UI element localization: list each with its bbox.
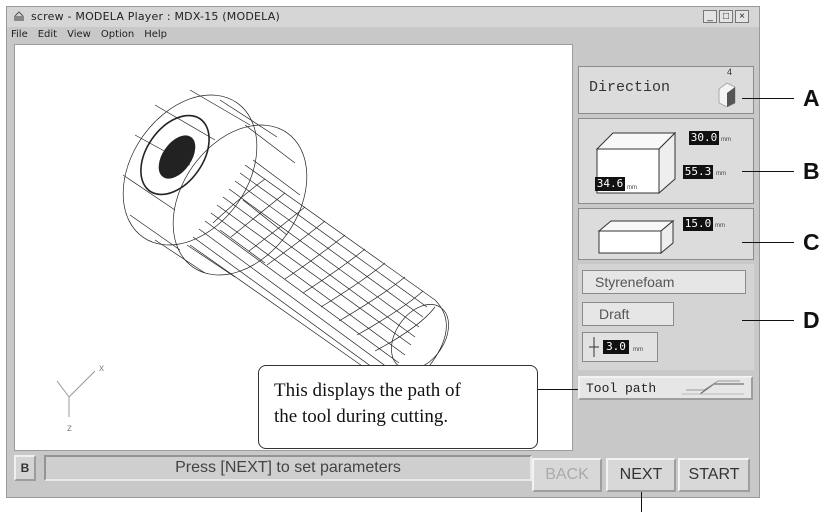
tool-diameter-value: 3.0 [603, 340, 629, 354]
next-leader-line [641, 492, 642, 512]
menu-view[interactable]: View [67, 27, 91, 43]
status-message: Press [NEXT] to set parameters [44, 455, 532, 481]
callout-line-1: This displays the path of [274, 380, 461, 401]
material-panel: Styrenefoam Draft 3.0 mm [578, 264, 754, 370]
tool-path-callout: This displays the path of the tool durin… [258, 365, 538, 449]
depth-value: 34.6 [595, 177, 625, 191]
direction-label: Direction [589, 79, 671, 96]
direction-cube-icon [718, 82, 736, 107]
material-select[interactable]: Styrenefoam [582, 270, 746, 294]
height-value: 30.0 [689, 131, 719, 145]
axis-z-label: z [67, 423, 72, 434]
dimensions-panel[interactable]: 30.0 mm 55.3 mm 34.6 mm [578, 118, 754, 204]
direction-panel[interactable]: Direction 4 [578, 66, 754, 114]
axis-x-label: x [99, 363, 104, 374]
callout-leader-line [538, 389, 578, 390]
tool-diameter-box[interactable]: 3.0 mm [582, 332, 658, 362]
width-unit: mm [716, 171, 726, 177]
menu-file[interactable]: File [11, 27, 28, 43]
axis-gizmo [56, 370, 96, 417]
height-unit: mm [721, 137, 731, 143]
direction-axis-number: 4 [727, 67, 733, 77]
menu-bar: File Edit View Option Help [7, 27, 763, 43]
menu-help[interactable]: Help [144, 27, 167, 43]
width-value: 55.3 [683, 165, 713, 179]
back-button[interactable]: BACK [532, 458, 602, 492]
thickness-value: 15.0 [683, 217, 713, 231]
next-button[interactable]: NEXT [606, 458, 676, 492]
app-icon [14, 11, 24, 21]
menu-edit[interactable]: Edit [38, 27, 57, 43]
thickness-panel[interactable]: 15.0 mm [578, 208, 754, 260]
depth-unit: mm [627, 185, 637, 191]
leader-a [742, 98, 794, 99]
leader-b [742, 171, 794, 172]
tool-diameter-unit: mm [633, 347, 643, 353]
menu-option[interactable]: Option [101, 27, 134, 43]
quality-select[interactable]: Draft [582, 302, 674, 326]
tool-path-button[interactable]: Tool path [578, 376, 753, 400]
window-title: screw - MODELA Player : MDX-15 (MODELA) [31, 10, 280, 23]
label-d: D [803, 307, 820, 333]
tool-path-label: Tool path [586, 381, 657, 396]
leader-c [742, 242, 794, 243]
tool-bit-icon [589, 337, 599, 357]
thickness-box-icon [597, 219, 675, 255]
start-button[interactable]: START [678, 458, 750, 492]
callout-line-2: the tool during cutting. [274, 406, 449, 427]
title-bar[interactable]: screw - MODELA Player : MDX-15 (MODELA) … [7, 7, 759, 27]
label-c: C [803, 229, 820, 255]
status-icon-button[interactable]: B [14, 455, 36, 481]
label-b: B [803, 158, 820, 184]
close-button[interactable]: × [735, 10, 749, 23]
minimize-button[interactable]: _ [703, 10, 717, 23]
thickness-unit: mm [715, 223, 725, 229]
leader-d [742, 320, 794, 321]
status-bar: B Press [NEXT] to set parameters [14, 452, 536, 484]
tool-path-icon [682, 380, 744, 395]
maximize-button[interactable]: □ [719, 10, 733, 23]
label-a: A [803, 85, 820, 111]
